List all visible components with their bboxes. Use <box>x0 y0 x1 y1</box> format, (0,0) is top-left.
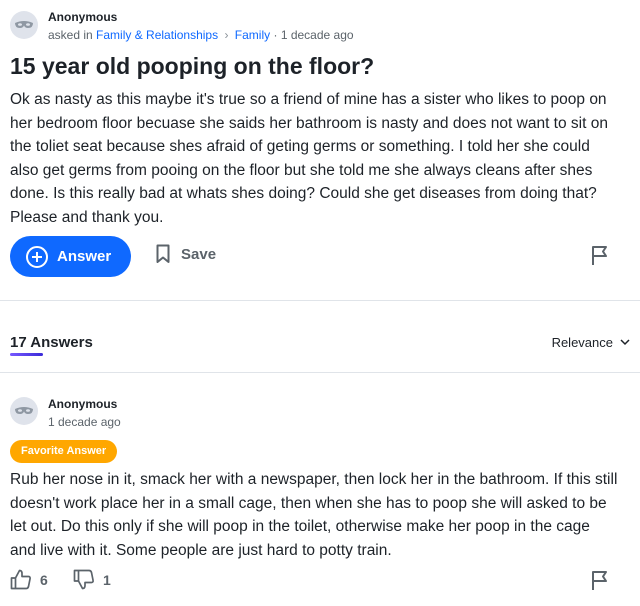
thumbs-down-count: 1 <box>103 571 111 588</box>
question-body-line: her bedroom floor becuase she saids her … <box>10 114 608 132</box>
question-avatar <box>10 11 38 39</box>
question-meta: asked in Family & Relationships › Family… <box>48 28 354 42</box>
answer-body-line: let out. Do this only if she will poop i… <box>10 518 590 536</box>
sort-label: Relevance <box>551 335 613 350</box>
section-divider <box>0 300 640 301</box>
question-body-line: the toliet seat because shes afraid of g… <box>10 138 590 156</box>
flag-icon[interactable] <box>591 245 610 266</box>
question-body-line: also get germs from pooing on the floor … <box>10 161 593 179</box>
thumbs-down-icon <box>73 569 94 590</box>
answer-body-line: Rub her nose in it, smack her with a new… <box>10 471 618 488</box>
thumbs-up-button[interactable]: 6 <box>10 569 48 590</box>
thumbs-down-button[interactable]: 1 <box>73 569 111 590</box>
answers-divider <box>0 372 640 373</box>
question-body-line: done. Is this really bad at whats shes d… <box>10 185 597 203</box>
category-link[interactable]: Family & Relationships <box>96 28 218 42</box>
subcategory-link[interactable]: Family <box>235 28 270 42</box>
favorite-answer-badge: Favorite Answer <box>10 440 118 463</box>
question-body-line: Please and thank you. <box>10 208 164 226</box>
answer-time: 1 decade ago <box>48 415 121 429</box>
answer-avatar <box>10 397 38 425</box>
anonymous-mask-icon <box>15 21 33 28</box>
question-body-line: Ok as nasty as this maybe it's true so a… <box>10 91 607 108</box>
meta-dot: · <box>273 28 278 42</box>
answer-author[interactable]: Anonymous <box>48 397 117 411</box>
bookmark-icon <box>156 244 170 263</box>
save-button[interactable]: Save <box>156 244 216 264</box>
flag-icon[interactable] <box>591 570 610 591</box>
answer-body: Rub her nose in it, smack her with a new… <box>10 468 628 562</box>
question-body: Ok as nasty as this maybe it's true so a… <box>10 88 628 230</box>
answers-count-underline <box>10 353 43 356</box>
sort-dropdown[interactable]: Relevance <box>552 335 630 350</box>
answers-count: 17 Answers <box>10 334 93 351</box>
chevron-down-icon <box>620 339 630 346</box>
plus-circle-icon <box>26 245 48 268</box>
anonymous-mask-icon <box>15 407 33 414</box>
answer-body-line: and live with it. Some people are just h… <box>10 541 392 559</box>
question-time: 1 decade ago <box>280 28 354 42</box>
chevron-right-icon: › <box>224 28 229 42</box>
question-title: 15 year old pooping on the floor? <box>10 53 375 79</box>
question-author[interactable]: Anonymous <box>48 10 117 24</box>
asked-in-label: asked in <box>48 28 93 42</box>
answer-button-label: Answer <box>57 248 112 265</box>
answer-button[interactable]: Answer <box>10 236 131 277</box>
thumbs-up-icon <box>10 569 31 590</box>
answer-body-line: doesn't work place her in a small cage, … <box>10 494 607 512</box>
save-button-label: Save <box>181 245 217 263</box>
thumbs-up-count: 6 <box>40 571 48 588</box>
